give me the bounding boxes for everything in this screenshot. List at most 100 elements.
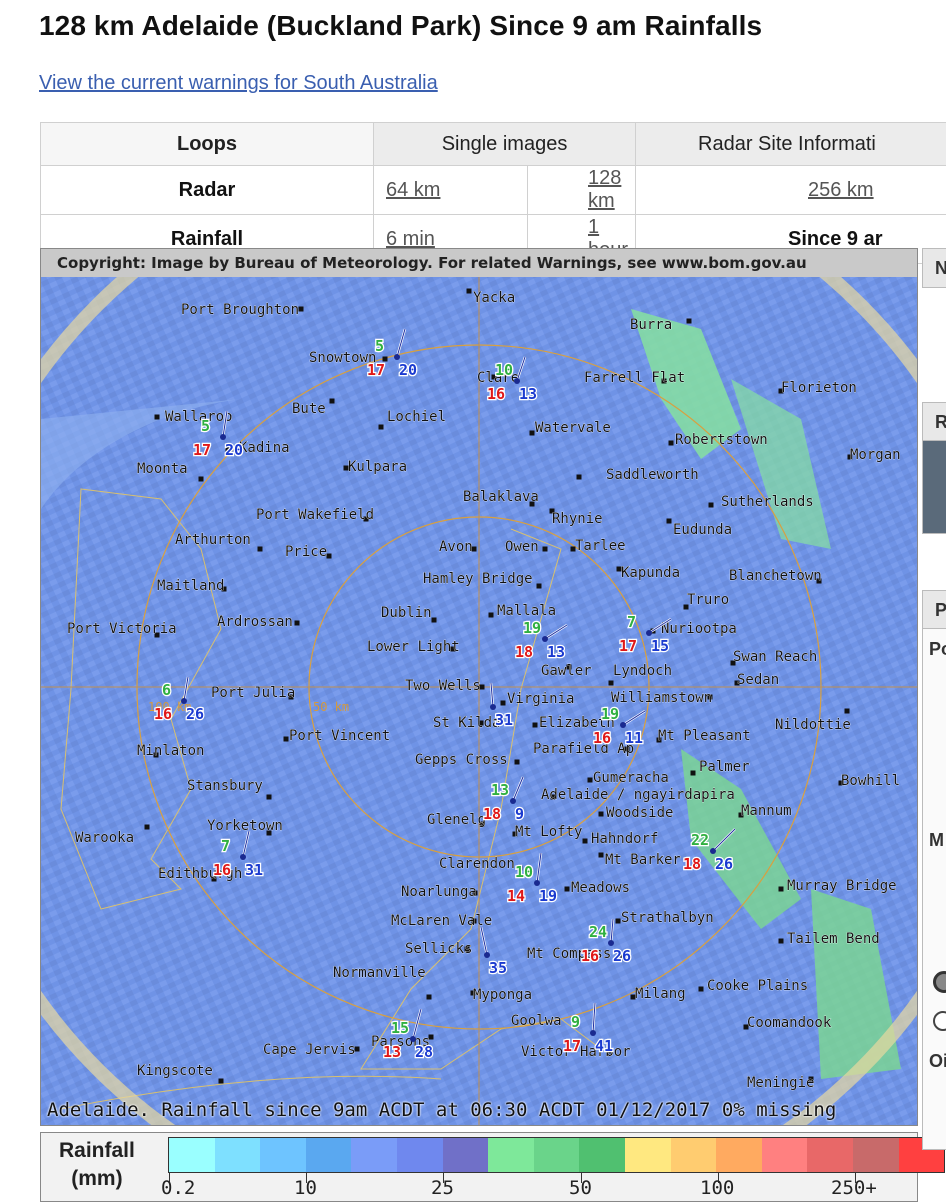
- town-label[interactable]: Gepps Cross: [415, 752, 508, 768]
- town-label[interactable]: Noarlunga: [401, 884, 477, 900]
- town-label[interactable]: Morgan: [850, 447, 901, 463]
- radar-link-256km[interactable]: 256 km: [808, 179, 874, 201]
- town-label[interactable]: Farrell Flat: [584, 370, 685, 386]
- station-value-green: 22: [691, 831, 709, 849]
- town-label[interactable]: Meadows: [571, 880, 630, 896]
- radar-link-64km[interactable]: 64 km: [386, 179, 440, 201]
- town-label[interactable]: Truro: [687, 592, 729, 608]
- town-label[interactable]: Kulpara: [348, 459, 407, 475]
- town-label[interactable]: Yacka: [473, 290, 515, 306]
- town-label[interactable]: Owen: [505, 539, 539, 555]
- town-label[interactable]: Bowhill: [841, 773, 900, 789]
- town-label[interactable]: Cooke Plains: [707, 978, 808, 994]
- town-label[interactable]: Saddleworth: [606, 467, 699, 483]
- town-label[interactable]: Tarlee: [575, 538, 626, 554]
- town-label[interactable]: Coomandook: [747, 1015, 832, 1031]
- town-label[interactable]: Swan Reach: [733, 649, 817, 665]
- town-label[interactable]: Sutherlands: [721, 494, 814, 510]
- town-label[interactable]: Lower Light: [367, 639, 460, 655]
- rainfall-link-6min[interactable]: 6 min: [386, 228, 435, 250]
- town-label[interactable]: Sellicks: [405, 941, 472, 957]
- legend-tick-label: 25: [431, 1177, 454, 1199]
- town-label[interactable]: Mt Barker: [605, 852, 681, 868]
- town-label[interactable]: Glenelg: [427, 812, 486, 828]
- town-label[interactable]: St Kilda: [433, 715, 500, 731]
- town-label[interactable]: Yorketown: [207, 818, 283, 834]
- town-label[interactable]: Murray Bridge: [787, 878, 897, 894]
- town-label[interactable]: Nuriootpa: [661, 621, 737, 637]
- town-label[interactable]: Mannum: [741, 803, 792, 819]
- town-label[interactable]: Goolwa: [511, 1013, 562, 1029]
- town-label[interactable]: Dublin: [381, 605, 432, 621]
- town-label[interactable]: Gumeracha: [593, 770, 669, 786]
- tab-loops[interactable]: Loops: [41, 123, 374, 166]
- town-label[interactable]: McLaren Vale: [391, 913, 492, 929]
- town-label[interactable]: Meningie: [747, 1075, 814, 1091]
- town-label[interactable]: Kapunda: [621, 565, 680, 581]
- town-label[interactable]: Tailem Bend: [787, 931, 880, 947]
- town-label[interactable]: Mallala: [497, 603, 556, 619]
- station-value-blue: 11: [625, 729, 643, 747]
- town-label[interactable]: Kingscote: [137, 1063, 213, 1079]
- town-label[interactable]: Lyndoch: [613, 663, 672, 679]
- town-label[interactable]: Kadina: [239, 440, 290, 456]
- tab-radar-site-info[interactable]: Radar Site Informati: [636, 123, 946, 166]
- town-label[interactable]: Myponga: [473, 987, 532, 1003]
- town-label[interactable]: Gawler: [541, 663, 592, 679]
- side-radio-selected[interactable]: [933, 971, 946, 993]
- town-label[interactable]: Two Wells: [405, 678, 481, 694]
- station-value-red: 18: [683, 855, 701, 873]
- warnings-link[interactable]: View the current warnings for South Aust…: [39, 72, 438, 95]
- town-label[interactable]: Minlaton: [137, 743, 204, 759]
- town-label[interactable]: Watervale: [535, 420, 611, 436]
- town-label[interactable]: Port Victoria: [67, 621, 177, 637]
- town-label[interactable]: Moonta: [137, 461, 188, 477]
- town-label[interactable]: Florieton: [781, 380, 857, 396]
- town-label[interactable]: Palmer: [699, 759, 750, 775]
- town-label[interactable]: Mt Pleasant: [658, 728, 751, 744]
- town-label[interactable]: Lochiel: [387, 409, 446, 425]
- town-label[interactable]: Normanville: [333, 965, 426, 981]
- town-label[interactable]: Hahndorf: [591, 831, 658, 847]
- town-label[interactable]: Williamstown: [611, 690, 712, 706]
- town-label[interactable]: Price: [285, 544, 327, 560]
- side-radio[interactable]: [933, 1011, 946, 1031]
- town-label[interactable]: Stansbury: [187, 778, 263, 794]
- town-label[interactable]: Strathalbyn: [621, 910, 714, 926]
- town-label[interactable]: Woodside: [606, 805, 673, 821]
- town-label[interactable]: Arthurton: [175, 532, 251, 548]
- town-label[interactable]: Port Vincent: [289, 728, 390, 744]
- town-label[interactable]: Ardrossan: [217, 614, 293, 630]
- town-label[interactable]: Sedan: [737, 672, 779, 688]
- town-label[interactable]: Rhynie: [552, 511, 603, 527]
- town-label[interactable]: Robertstown: [675, 432, 768, 448]
- tab-single-images[interactable]: Single images: [374, 123, 636, 166]
- town-label[interactable]: Bute: [292, 401, 326, 417]
- legend-title: Rainfall (mm): [59, 1137, 135, 1193]
- town-label[interactable]: Hamley Bridge: [423, 571, 533, 587]
- town-label[interactable]: Cape Jervis: [263, 1042, 356, 1058]
- radar-link-128km[interactable]: 128 km: [588, 167, 621, 212]
- town-label[interactable]: Port Wakefield: [256, 507, 374, 523]
- town-label[interactable]: Wallaroo: [165, 409, 232, 425]
- town-label[interactable]: Adelaide / ngayirdapira: [541, 787, 735, 803]
- station-value-green: 19: [601, 705, 619, 723]
- town-label[interactable]: Parafield Ap: [533, 741, 634, 757]
- town-label[interactable]: Mt Lofty: [515, 824, 582, 840]
- town-label[interactable]: Maitland: [157, 578, 224, 594]
- town-label[interactable]: Warooka: [75, 830, 134, 846]
- town-label[interactable]: Port Julia: [211, 685, 295, 701]
- town-marker: [501, 701, 506, 706]
- town-marker: [515, 760, 520, 765]
- town-label[interactable]: Clarendon: [439, 856, 515, 872]
- town-label[interactable]: Avon: [439, 539, 473, 555]
- town-label[interactable]: Burra: [630, 317, 672, 333]
- town-label[interactable]: Milang: [635, 986, 686, 1002]
- town-label[interactable]: Virginia: [507, 691, 574, 707]
- town-label[interactable]: Port Broughton: [181, 302, 299, 318]
- town-label[interactable]: Nildottie: [775, 717, 851, 733]
- town-label[interactable]: Balaklava: [463, 489, 539, 505]
- radar-map[interactable]: 100 km 50 km YackaBurraPort BroughtonSno…: [40, 248, 918, 1126]
- town-label[interactable]: Eudunda: [673, 522, 732, 538]
- town-label[interactable]: Blanchetown: [729, 568, 822, 584]
